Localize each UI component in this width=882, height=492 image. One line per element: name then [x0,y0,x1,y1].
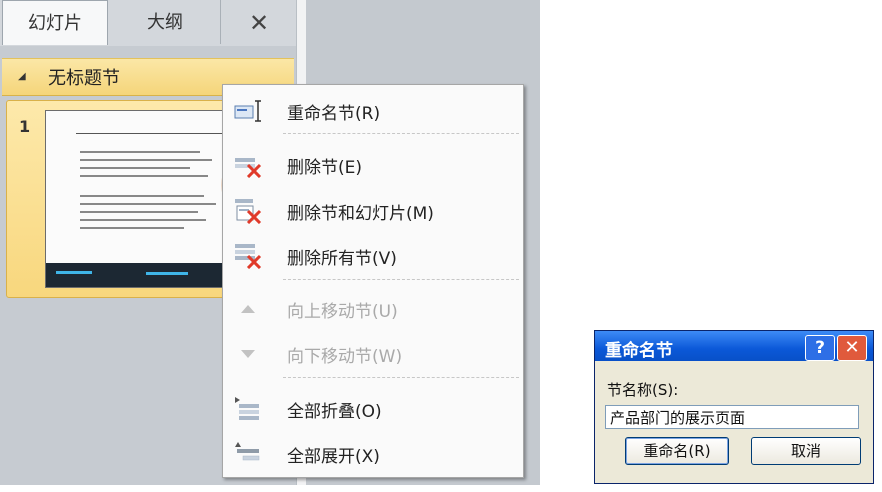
menu-separator [283,279,519,280]
thumbnail-text-line [80,167,190,169]
menu-item-label: 删除节和幻灯片(M) [287,204,434,224]
menu-item-label: 全部折叠(O) [287,402,382,422]
thumbnail-text-line [80,203,216,205]
menu-item-delete-section[interactable]: 删除节(E) [223,146,523,182]
section-title: 无标题节 [48,68,120,89]
pane-tab-strip: 幻灯片 大纲 ✕ [0,0,296,46]
section-name-input[interactable] [605,405,859,429]
menu-item-label: 删除所有节(V) [287,249,397,269]
move-down-icon [241,350,255,358]
close-button[interactable]: ✕ [837,335,867,361]
thumbnail-text-line [80,151,200,153]
section-context-menu: 重命名节(R) 删除节(E) 删除节和幻灯片(M) 删除所有节(V) 向上移动节… [222,84,524,478]
menu-item-expand-all[interactable]: 全部展开(X) [223,435,523,471]
menu-separator [283,133,519,134]
menu-item-delete-section-and-slides[interactable]: 删除节和幻灯片(M) [223,192,523,228]
menu-separator [283,377,519,378]
tab-slides[interactable]: 幻灯片 [2,0,108,45]
dialog-title: 重命名节 [605,341,673,361]
thumbnail-text-line [80,175,208,177]
menu-item-rename-section[interactable]: 重命名节(R) [223,92,523,128]
thumbnail-text-line [80,219,206,221]
cancel-button[interactable]: 取消 [751,437,861,465]
close-pane-button[interactable]: ✕ [222,0,296,44]
rename-section-icon [234,100,261,122]
tab-outline[interactable]: 大纲 [110,0,221,44]
thumbnail-text-line [80,211,198,213]
menu-item-label: 向上移动节(U) [287,302,398,322]
expand-all-icon [235,442,260,461]
thumbnail-text-line [80,227,184,229]
delete-all-sections-icon [235,244,262,269]
menu-item-delete-all-sections[interactable]: 删除所有节(V) [223,237,523,273]
rename-section-dialog: 重命名节 ? ✕ 节名称(S): 重命名(R) 取消 [594,330,874,484]
menu-item-label: 重命名节(R) [287,104,381,124]
help-button[interactable]: ? [805,335,835,361]
collapse-all-icon [235,397,259,420]
delete-section-icon [235,158,262,178]
thumbnail-text-line [80,159,212,161]
dialog-title-bar[interactable]: 重命名节 ? ✕ [595,331,873,361]
menu-item-collapse-all[interactable]: 全部折叠(O) [223,390,523,426]
rename-button[interactable]: 重命名(R) [625,437,729,465]
menu-item-label: 全部展开(X) [287,447,380,467]
menu-item-move-section-up[interactable]: 向上移动节(U) [223,290,523,326]
collapse-triangle-icon[interactable]: ◢ [18,71,26,82]
menu-item-move-section-down[interactable]: 向下移动节(W) [223,335,523,371]
thumbnail-footer-accent [56,271,92,274]
delete-section-slides-icon [235,199,262,224]
thumbnail-footer-accent [146,272,188,275]
move-up-icon [241,305,255,313]
menu-item-label: 删除节(E) [287,158,363,178]
slide-number: 1 [19,117,31,136]
menu-item-label: 向下移动节(W) [287,347,403,367]
thumbnail-text-line [80,195,204,197]
section-name-label: 节名称(S): [607,381,679,399]
